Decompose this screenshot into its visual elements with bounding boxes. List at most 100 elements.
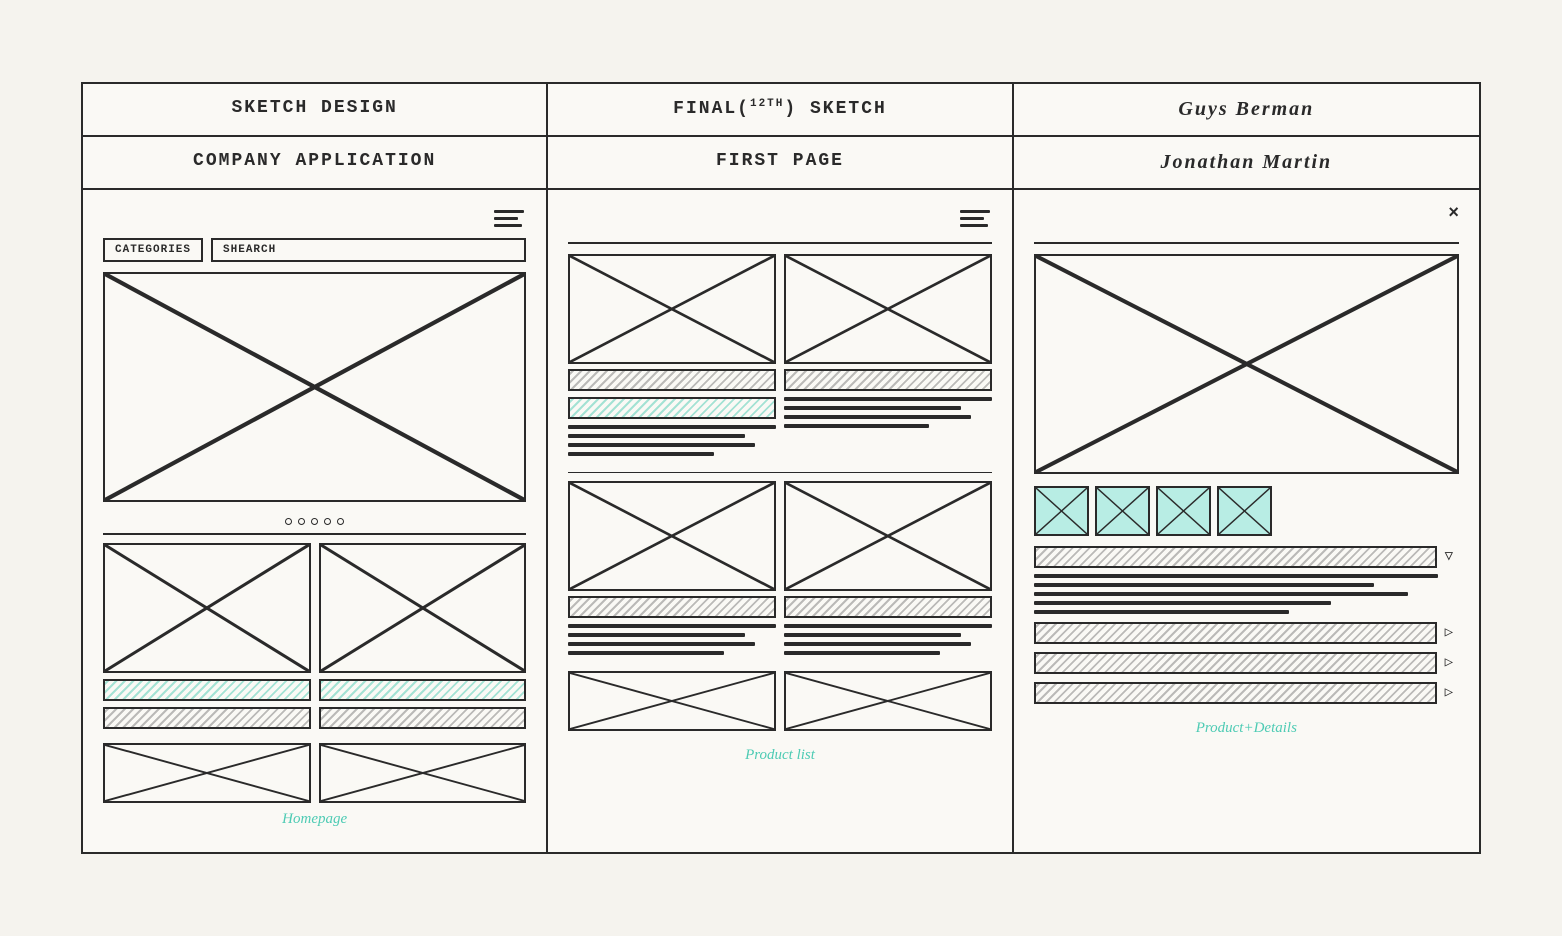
chevron-right-icon-1[interactable]: ▷ [1445, 624, 1453, 641]
p2-hatch-4 [784, 596, 992, 618]
p3-text-lines [1034, 574, 1459, 614]
detail-hatch-1 [1034, 546, 1437, 568]
final-pre: FINAL( [673, 99, 750, 119]
header-sketch-design: SKETCH DESIGN [83, 84, 548, 135]
panels-row: CATEGORIES SHEARCH [83, 190, 1479, 852]
product-bar-hatch-1 [103, 707, 311, 729]
p3-text-line-2 [1034, 583, 1374, 587]
text-line-1b [568, 434, 745, 438]
final-post: ) SKETCH [784, 99, 886, 119]
text-line-2a [784, 397, 992, 401]
thumb-1[interactable] [1034, 486, 1089, 536]
thumb-2[interactable] [1095, 486, 1150, 536]
categories-button[interactable]: CATEGORIES [103, 238, 203, 262]
p3-section-3: ▷ [1034, 682, 1459, 704]
text-line-1a [568, 425, 776, 429]
dot-5 [337, 518, 344, 525]
p2-img-1 [568, 254, 776, 364]
p2-text-3 [568, 624, 776, 655]
panel-1-label: Homepage [103, 803, 526, 842]
chevron-right-icon-3[interactable]: ▷ [1445, 684, 1453, 701]
p3-main-image [1034, 254, 1459, 474]
ham-line-2 [494, 217, 518, 220]
bottom-img-1 [103, 743, 311, 803]
final-sup: 12th [750, 99, 784, 119]
p2-text-1 [568, 425, 776, 456]
ham-line-3 [494, 224, 522, 227]
p2-img-3 [568, 481, 776, 591]
nav-bar: CATEGORIES SHEARCH [103, 238, 526, 262]
p2-mid-divider [568, 472, 991, 474]
p3-text-line-1 [1034, 574, 1438, 578]
text-line-4a [784, 624, 992, 628]
thumb-4[interactable] [1217, 486, 1272, 536]
header-jonathan-martin: Jonathan Martin [1014, 137, 1479, 188]
product-img-2 [319, 543, 527, 673]
p2-hatch-3 [568, 596, 776, 618]
dot-1 [285, 518, 292, 525]
ham-line-6 [960, 224, 988, 227]
ham-line-5 [960, 217, 984, 220]
product-bar-hatch-2 [319, 707, 527, 729]
header-guys-berman: Guys Berman [1014, 84, 1479, 135]
p2-bottom-grid [568, 481, 991, 663]
hamburger-icon[interactable] [494, 210, 524, 227]
p2-hatch-2 [784, 369, 992, 391]
panel-2-label: Product list [568, 739, 991, 778]
thumbnail-row [1034, 486, 1459, 536]
header-top-row: SKETCH DESIGN FINAL(12th) SKETCH Guys Be… [83, 84, 1479, 137]
p2-green-1 [568, 397, 776, 419]
close-button[interactable]: × [1448, 204, 1459, 224]
search-button[interactable]: SHEARCH [211, 238, 526, 262]
p2-foot-grid [568, 671, 991, 731]
p3-detail-row-1: ▽ [1034, 546, 1459, 568]
p2-product-1 [568, 254, 776, 464]
dot-4 [324, 518, 331, 525]
p2-foot-img-2 [784, 671, 992, 731]
p2-product-2 [784, 254, 992, 464]
panel-product-list: Product list [548, 190, 1013, 852]
product-img-1 [103, 543, 311, 673]
product-item-1 [103, 543, 311, 735]
panel-3-label: Product+Details [1034, 712, 1459, 751]
panel-product-details: × [1014, 190, 1479, 852]
p2-text-2 [784, 397, 992, 428]
p3-text-line-5 [1034, 610, 1289, 614]
p2-product-4 [784, 481, 992, 663]
text-line-3d [568, 651, 724, 655]
product-bar-green-2 [319, 679, 527, 701]
section-hatch-1 [1034, 622, 1437, 644]
dots-indicator [103, 510, 526, 533]
text-line-3b [568, 633, 745, 637]
p2-product-3 [568, 481, 776, 663]
p2-top-grid [568, 254, 991, 464]
hamburger-icon-2[interactable] [960, 210, 990, 227]
text-line-4c [784, 642, 971, 646]
product-item-2 [319, 543, 527, 735]
main-container: SKETCH DESIGN FINAL(12th) SKETCH Guys Be… [81, 82, 1481, 854]
text-line-3a [568, 624, 776, 628]
bottom-img-2 [319, 743, 527, 803]
p2-img-4 [784, 481, 992, 591]
p3-text-line-4 [1034, 601, 1332, 605]
section-hatch-3 [1034, 682, 1437, 704]
p2-text-4 [784, 624, 992, 655]
divider-1 [103, 533, 526, 535]
p2-top-divider [568, 242, 991, 244]
header-final-sketch: FINAL(12th) SKETCH [548, 84, 1013, 135]
chevron-right-icon-2[interactable]: ▷ [1445, 654, 1453, 671]
p3-section-2: ▷ [1034, 652, 1459, 674]
p2-img-2 [784, 254, 992, 364]
chevron-down-icon-1[interactable]: ▽ [1445, 548, 1453, 565]
p3-section-1: ▷ [1034, 622, 1459, 644]
bottom-thumb-grid [103, 743, 526, 803]
dot-3 [311, 518, 318, 525]
header-company-app: COMPANY APPLICATION [83, 137, 548, 188]
text-line-2c [784, 415, 971, 419]
p3-top-divider [1034, 242, 1459, 244]
p3-text-line-3 [1034, 592, 1408, 596]
panel-homepage: CATEGORIES SHEARCH [83, 190, 548, 852]
text-line-2d [784, 424, 929, 428]
thumb-3[interactable] [1156, 486, 1211, 536]
text-line-3c [568, 642, 755, 646]
